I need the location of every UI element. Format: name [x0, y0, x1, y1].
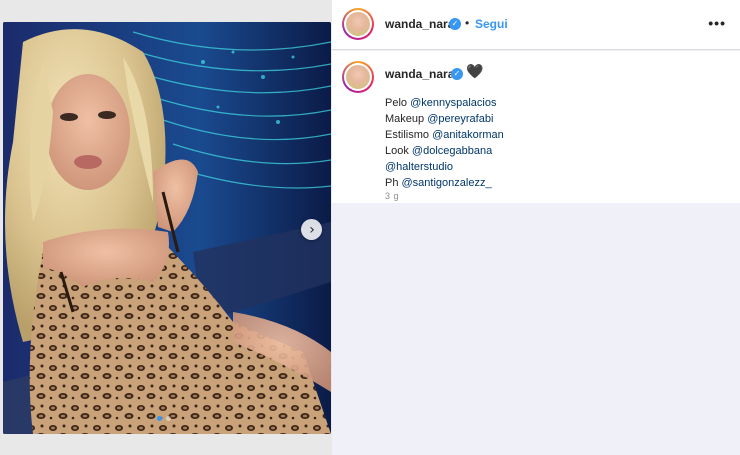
caption-line: @halterstudio: [385, 159, 504, 175]
mention-link[interactable]: @kennyspalacios: [410, 97, 496, 109]
mention-link[interactable]: @santigonzalezz_: [402, 177, 492, 189]
chevron-right-icon: ›: [309, 221, 315, 238]
separator-dot: •: [465, 16, 470, 30]
media-panel: ›: [0, 0, 332, 455]
caption-text: Pelo @kennyspalacios Makeup @pereyrafabi…: [385, 95, 504, 191]
profile-picture: [346, 65, 370, 89]
header-username[interactable]: wanda_nara: [385, 17, 454, 31]
follow-button[interactable]: Segui: [475, 17, 508, 31]
caption-avatar[interactable]: [342, 61, 374, 93]
carousel-indicator: [157, 416, 171, 421]
profile-picture: [346, 12, 370, 36]
carousel-dot: [166, 416, 171, 421]
carousel-next-button[interactable]: ›: [301, 219, 322, 240]
caption-label: Estilismo: [385, 129, 433, 141]
mention-link[interactable]: @dolcegabbana: [412, 145, 492, 157]
caption-label: Pelo: [385, 97, 411, 109]
mention-link[interactable]: @pereyrafabi: [427, 113, 493, 125]
post-header: wanda_nara ✓ • Segui •••: [332, 0, 740, 50]
post-photo-illustration: [3, 22, 331, 434]
caption-line: Look @dolcegabbana: [385, 143, 504, 159]
post-timestamp[interactable]: 3 g: [385, 191, 399, 201]
caption-label: Look: [385, 145, 412, 157]
caption-line: Makeup @pereyrafabi: [385, 111, 504, 127]
verified-badge-icon: ✓: [449, 18, 461, 30]
instagram-post-view: › wanda_nara ✓ • Segui ••• wanda_nara ✓ …: [0, 0, 740, 455]
mention-link[interactable]: @anitakorman: [432, 129, 504, 141]
post-sidebar: wanda_nara ✓ • Segui ••• wanda_nara ✓ 🖤 …: [332, 0, 740, 455]
caption-username[interactable]: wanda_nara: [385, 67, 454, 81]
caption-line: Estilismo @anitakorman: [385, 127, 504, 143]
carousel-dot-active: [157, 416, 162, 421]
caption-section: wanda_nara ✓ 🖤 Pelo @kennyspalacios Make…: [332, 51, 740, 203]
mention-link[interactable]: @halterstudio: [385, 161, 453, 173]
caption-line: Pelo @kennyspalacios: [385, 95, 504, 111]
verified-badge-icon: ✓: [451, 68, 463, 80]
more-options-icon[interactable]: •••: [708, 15, 726, 31]
black-heart-icon: 🖤: [466, 64, 484, 80]
caption-label: Ph: [385, 177, 402, 189]
caption-label: Makeup: [385, 113, 428, 125]
avatar[interactable]: [342, 8, 374, 40]
caption-line: Ph @santigonzalezz_: [385, 175, 504, 191]
post-photo[interactable]: [3, 22, 331, 434]
